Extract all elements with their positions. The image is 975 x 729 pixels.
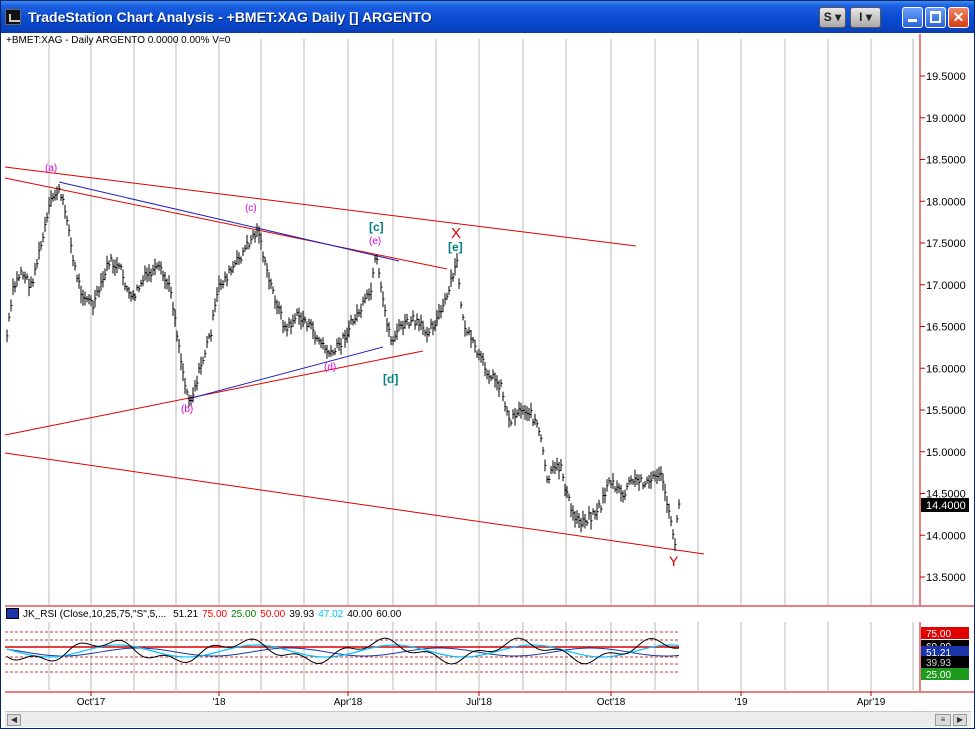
rsi-legend-value: 47.02 xyxy=(318,609,344,620)
horizontal-scrollbar[interactable]: ◀ ≡ ▶ xyxy=(5,711,971,727)
last-price-label: 14.4000 xyxy=(926,500,966,512)
rsi-axis-label: 25.00 xyxy=(926,670,951,681)
chart-window: TradeStation Chart Analysis - +BMET:XAG … xyxy=(0,0,975,729)
rsi-legend-value: 40.00 xyxy=(347,609,373,620)
time-axis-label: Apr'19 xyxy=(857,697,886,708)
close-button[interactable]: ✕ xyxy=(948,7,969,28)
price-axis-label: 16.5000 xyxy=(926,322,966,334)
wave-label: [e] xyxy=(448,240,463,254)
tradestation-app-icon[interactable] xyxy=(5,9,21,25)
price-axis-label: 17.0000 xyxy=(926,280,966,292)
price-axis-label: 19.0000 xyxy=(926,113,966,125)
arrow-right-icon: ▶ xyxy=(956,715,964,724)
i-dropdown-button[interactable]: I ▾ xyxy=(850,7,881,28)
wave-label: Y xyxy=(669,553,679,569)
rsi-legend-value: 75.00 xyxy=(202,609,228,620)
price-axis-label: 15.5000 xyxy=(926,405,966,417)
time-axis-label: Oct'18 xyxy=(597,697,626,708)
chevron-down-icon: ▾ xyxy=(865,10,872,24)
time-axis-label: Apr'18 xyxy=(334,697,363,708)
rsi-legend-value: 39.93 xyxy=(289,609,315,620)
chevron-down-icon: ▾ xyxy=(835,10,842,24)
minimize-icon xyxy=(908,19,917,22)
time-axis-label: '18 xyxy=(212,697,225,708)
rsi-color-swatch xyxy=(6,608,19,619)
price-axis-label: 17.5000 xyxy=(926,238,966,250)
time-axis-label: Jul'18 xyxy=(466,697,492,708)
wave-label: (e) xyxy=(369,236,381,247)
price-axis-label: 15.0000 xyxy=(926,447,966,459)
wave-label: X xyxy=(451,225,461,242)
s-dropdown-button[interactable]: S ▾ xyxy=(819,7,846,28)
rsi-legend-value: 25.00 xyxy=(231,609,257,620)
rsi-axis-label: 75.00 xyxy=(926,629,951,640)
wave-label: (c) xyxy=(245,203,257,214)
rsi-legend-value: 60.00 xyxy=(376,609,402,620)
wave-label: (b) xyxy=(181,404,193,415)
rsi-legend-value: 51.21 xyxy=(173,609,199,620)
i-button-label: I xyxy=(859,10,863,24)
grip-icon: ≡ xyxy=(940,715,946,724)
s-button-label: S xyxy=(823,10,832,24)
scroll-left-button[interactable]: ◀ xyxy=(7,714,21,726)
scroll-thumb[interactable]: ≡ xyxy=(935,714,951,726)
price-chart-canvas[interactable]: 19.5000 19.0000 18.5000 18.0000 17.5000 17.00… xyxy=(1,33,974,729)
minimize-button[interactable] xyxy=(902,7,923,28)
window-title: TradeStation Chart Analysis - +BMET:XAG … xyxy=(28,9,432,25)
arrow-left-icon: ◀ xyxy=(10,715,18,724)
wave-label: (d) xyxy=(324,362,336,373)
price-axis-label: 13.5000 xyxy=(926,572,966,584)
time-axis-label: Oct'17 xyxy=(77,697,106,708)
rsi-legend-value: 50.00 xyxy=(260,609,286,620)
symbol-info-line: +BMET:XAG - Daily ARGENTO 0.0000 0.00% V… xyxy=(6,35,231,46)
time-axis-label: '19 xyxy=(734,697,747,708)
price-axis-label: 16.0000 xyxy=(926,363,966,375)
wave-label: (a) xyxy=(45,163,57,174)
scroll-right-button[interactable]: ▶ xyxy=(953,714,967,726)
price-axis-label: 18.5000 xyxy=(926,155,966,167)
maximize-button[interactable] xyxy=(925,7,946,28)
rsi-legend: JK_RSI (Close,10,25,75,"S",5,... 51.21 75… xyxy=(6,608,409,620)
wave-label: [d] xyxy=(383,372,398,386)
maximize-icon xyxy=(930,11,941,23)
price-axis-label: 14.0000 xyxy=(926,530,966,542)
rsi-axis-label: 39.93 xyxy=(926,658,951,669)
wave-label: [c] xyxy=(369,220,384,234)
price-axis-label: 19.5000 xyxy=(926,71,966,83)
close-icon: ✕ xyxy=(952,9,965,25)
price-axis-label: 18.0000 xyxy=(926,196,966,208)
rsi-indicator-name: JK_RSI (Close,10,25,75,"S",5,... xyxy=(23,609,167,620)
title-bar[interactable]: TradeStation Chart Analysis - +BMET:XAG … xyxy=(1,1,974,33)
